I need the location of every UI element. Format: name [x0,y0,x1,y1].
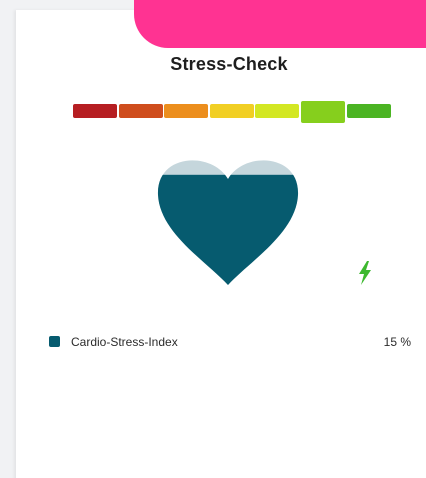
stress-scale-segment-6 [301,101,345,123]
page: Stress-Check Cardio-Stress-Index 15 % [0,0,426,478]
widget-title: Stress-Check [170,54,288,74]
stress-scale-segment-7 [346,104,391,118]
stress-scale [73,101,391,125]
heart-gauge [157,160,299,285]
stress-scale-segment-2 [118,104,163,118]
stress-scale-segment-1 [73,104,117,118]
legend-item: Cardio-Stress-Index 15 % [49,335,411,351]
stress-scale-segment-5 [255,104,300,118]
lightning-bolt-icon [359,261,371,285]
heart-fill [157,174,299,285]
stress-scale-segment-4 [209,104,254,118]
stress-scale-segment-3 [164,104,209,118]
legend-label: Cardio-Stress-Index [71,335,178,349]
legend-value: 15 % [383,335,411,349]
legend-swatch [49,336,60,347]
accent-tab [134,0,426,48]
